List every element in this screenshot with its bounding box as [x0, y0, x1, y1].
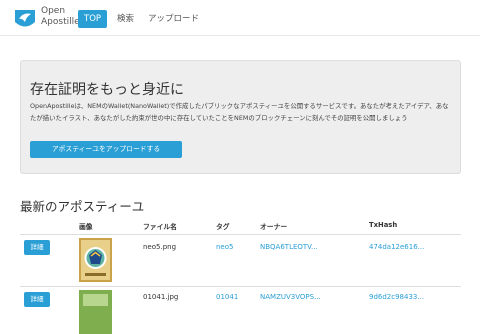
column-header-filename: ファイル名: [143, 223, 177, 231]
navbar: Open Apostille TOP 検索 アップロード: [0, 0, 480, 36]
owner-link[interactable]: NAMZUV3VOPS...: [260, 293, 321, 301]
tag-link[interactable]: neo5: [216, 243, 233, 251]
nav-item-top[interactable]: TOP: [78, 10, 108, 28]
detail-button[interactable]: 詳細: [24, 292, 50, 307]
jumbotron-description: OpenApostilleは、NEMのWallet(NanoWallet)で作成…: [30, 102, 449, 122]
txhash-link[interactable]: 474da12e616...: [369, 243, 424, 251]
open-apostille-logo-icon[interactable]: [12, 6, 38, 32]
nav-item-upload[interactable]: アップロード: [144, 10, 203, 28]
txhash-link[interactable]: 9d6d2c98433...: [369, 293, 424, 301]
column-header-txhash: TxHash: [369, 221, 398, 229]
upload-apostille-button[interactable]: アポスティーユをアップロードする: [30, 141, 182, 158]
owner-link[interactable]: NBQA6TLEOTV...: [260, 243, 318, 251]
brand-line2: Apostille: [41, 17, 80, 27]
row-divider: [20, 286, 461, 287]
latest-apostille-heading: 最新のアポスティーユ: [20, 199, 145, 214]
brand-line1: Open: [41, 6, 66, 16]
column-header-image: 画像: [79, 223, 93, 231]
jumbotron-title: 存在証明をもっと身近に: [30, 82, 184, 98]
apostille-thumbnail-image[interactable]: [79, 238, 112, 282]
apostille-thumbnail-image[interactable]: [79, 290, 112, 334]
tag-link[interactable]: 01041: [216, 293, 238, 301]
brand-name[interactable]: Open Apostille: [41, 6, 80, 28]
detail-button[interactable]: 詳細: [24, 240, 50, 255]
filename-cell: neo5.png: [143, 243, 177, 251]
column-header-owner: オーナー: [260, 223, 288, 231]
nav-item-search[interactable]: 検索: [113, 10, 138, 28]
filename-cell: 01041.jpg: [143, 293, 179, 301]
intro-jumbotron: 存在証明をもっと身近に OpenApostilleは、NEMのWallet(Na…: [20, 60, 461, 174]
table-header-divider: [20, 234, 461, 235]
column-header-tag: タグ: [216, 223, 230, 231]
